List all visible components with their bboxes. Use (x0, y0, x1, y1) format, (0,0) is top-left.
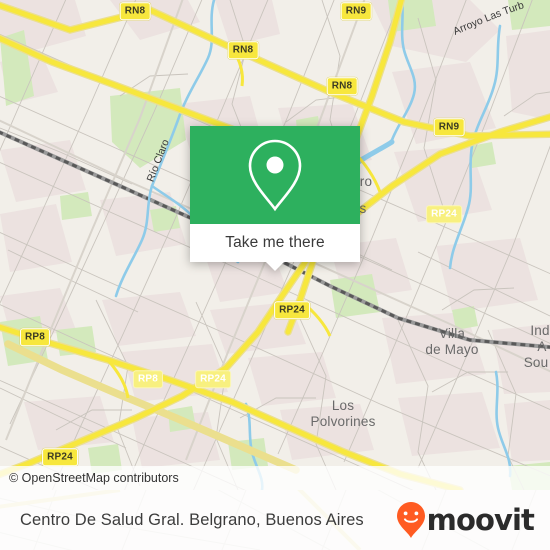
map-canvas[interactable]: Villa de Mayo Los Polvorines Ind A Sou r… (0, 0, 550, 490)
take-me-there-label: Take me there (225, 234, 325, 251)
location-title: Centro De Salud Gral. Belgrano, Buenos A… (20, 510, 364, 529)
road-shield-rn8-3[interactable]: RN8 (326, 77, 358, 95)
place-label-partial-ind: Ind (530, 323, 549, 338)
location-popup-card[interactable]: Take me there (190, 126, 360, 271)
place-label-los-polvorines-line1: Los (332, 398, 354, 413)
moovit-wordmark: moovit (426, 502, 535, 537)
moovit-pin-icon (396, 502, 425, 538)
road-shield-rp24-2[interactable]: RP24 (195, 370, 231, 388)
road-shield-rp24-1[interactable]: RP24 (426, 205, 462, 223)
place-label-villa-de-mayo-line1: Villa (439, 326, 466, 341)
place-label-partial-sou: Sou (524, 355, 549, 370)
popup-header (190, 126, 360, 224)
place-label-partial-a: A (537, 339, 546, 354)
road-shield-rp24-3[interactable]: RP24 (274, 301, 310, 319)
road-shield-rp8-2[interactable]: RP8 (132, 370, 164, 388)
road-shield-rn8-1[interactable]: RN8 (119, 2, 151, 20)
road-shield-rn9-2[interactable]: RN9 (433, 118, 465, 136)
footer-bar: Centro De Salud Gral. Belgrano, Buenos A… (0, 490, 550, 550)
road-shield-rn9-1[interactable]: RN9 (340, 2, 372, 20)
place-label-los-polvorines-line2: Polvorines (310, 414, 375, 429)
popup-pointer-tail (265, 261, 285, 271)
map-pin-icon (248, 139, 302, 212)
road-shield-rp8-1[interactable]: RP8 (19, 328, 51, 346)
place-label-partial-ro: ro (360, 174, 372, 189)
popup-footer[interactable]: Take me there (190, 224, 360, 271)
osm-attribution[interactable]: © OpenStreetMap contributors (0, 466, 550, 490)
road-shield-rn8-2[interactable]: RN8 (227, 41, 259, 59)
place-label-villa-de-mayo-line2: de Mayo (425, 342, 478, 357)
road-shield-rp24-4[interactable]: RP24 (42, 448, 78, 466)
place-label-partial-s: s (360, 201, 367, 216)
moovit-brand[interactable]: moovit (396, 501, 535, 539)
